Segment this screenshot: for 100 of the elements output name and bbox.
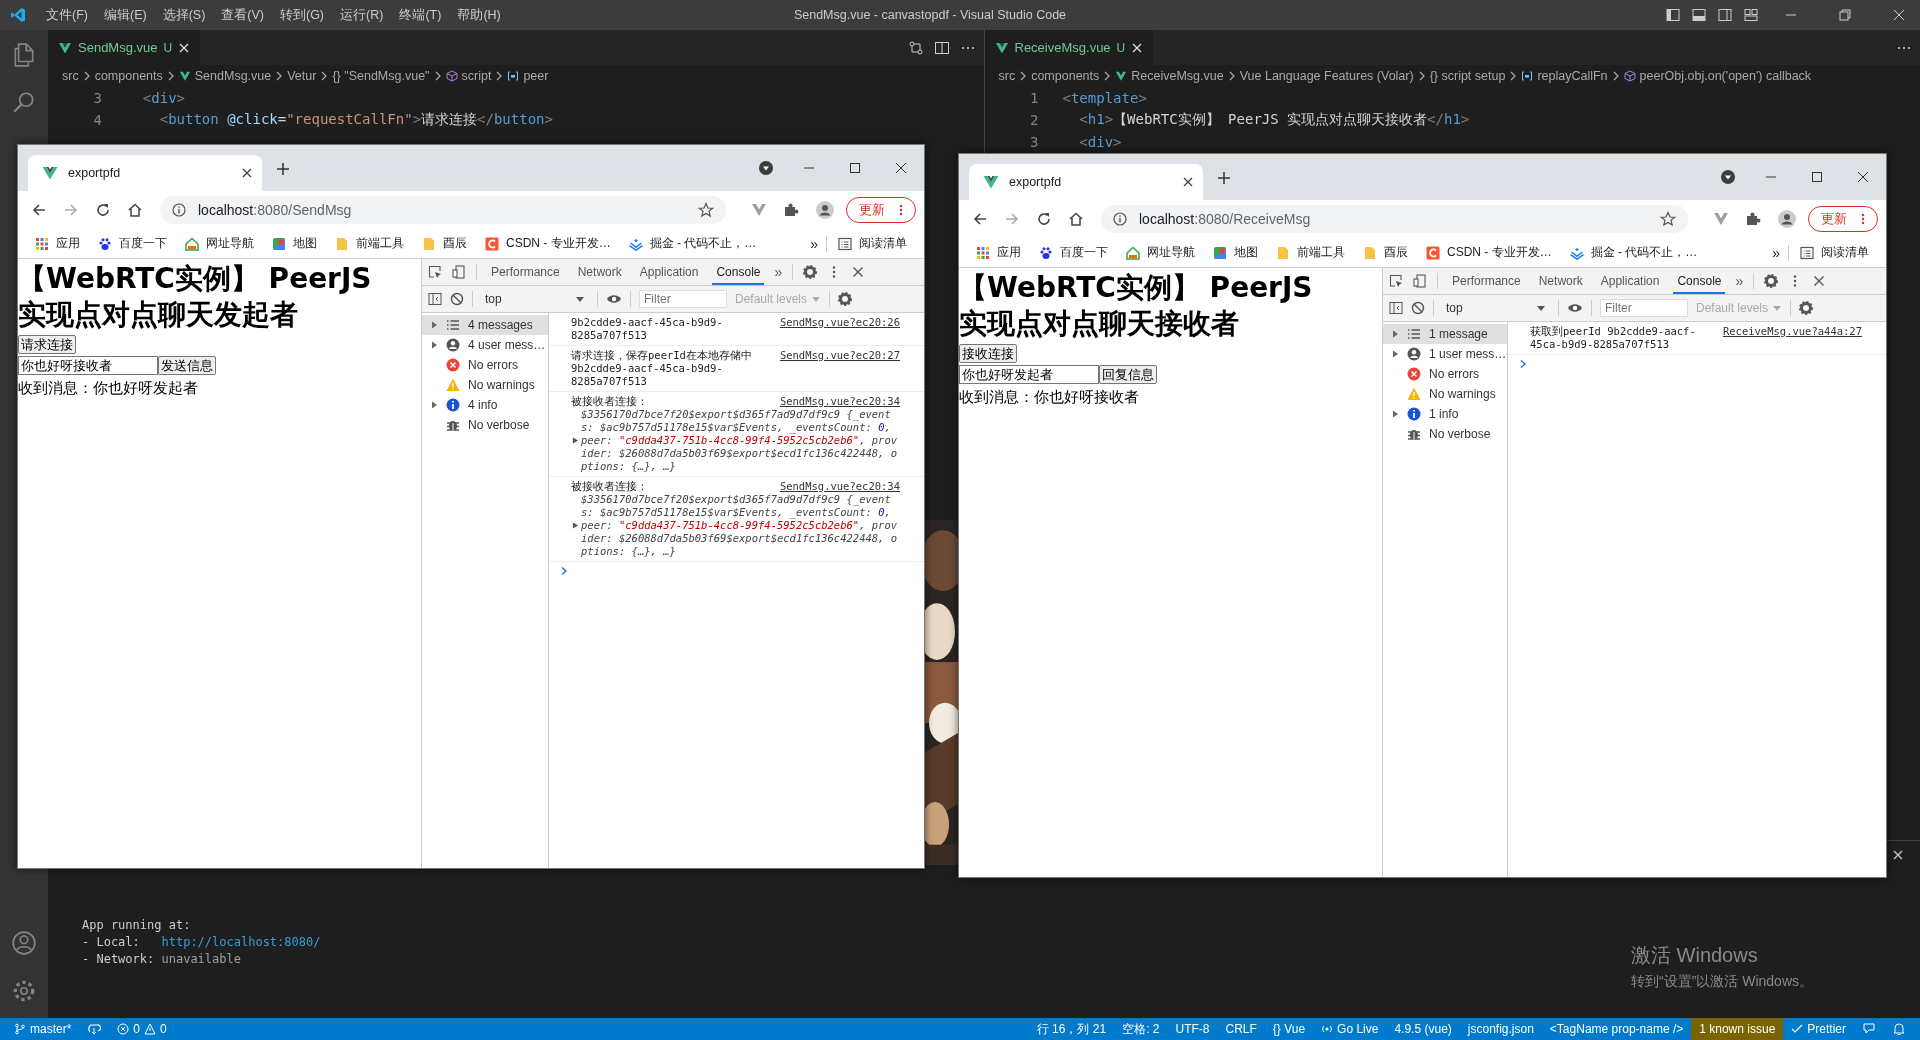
new-tab-icon[interactable]: [276, 162, 290, 176]
extension-icon[interactable]: [751, 202, 767, 218]
console-filter-item[interactable]: No verbose: [422, 415, 548, 435]
branch-status[interactable]: master*: [6, 1018, 80, 1040]
inspect-icon[interactable]: [1389, 274, 1403, 288]
bookmark[interactable]: 前端工具: [1269, 244, 1352, 261]
reload-icon[interactable]: [1036, 211, 1052, 227]
close-icon[interactable]: [1183, 177, 1193, 187]
settings-icon[interactable]: [1764, 274, 1779, 288]
reading-list-button[interactable]: 阅读清单: [831, 235, 914, 252]
breadcrumb[interactable]: {} script setup: [1429, 69, 1506, 83]
breadcrumb[interactable]: Vetur: [287, 69, 317, 83]
send-button[interactable]: 回复信息: [1099, 365, 1157, 384]
filter-field[interactable]: Filter: [639, 290, 727, 308]
breadcrumb[interactable]: peer: [507, 69, 549, 83]
sidebar-toggle-icon[interactable]: [428, 292, 442, 306]
console-filter-item[interactable]: 4 messages: [422, 315, 548, 335]
extension-icon[interactable]: [1713, 211, 1729, 227]
inspect-icon[interactable]: [428, 265, 442, 279]
message-input[interactable]: 你也好呀接收者: [18, 356, 158, 375]
bookmark[interactable]: 前端工具: [328, 235, 411, 252]
devtools-tab[interactable]: Performance: [487, 259, 564, 285]
profile-icon[interactable]: [815, 200, 835, 220]
devtools-tab[interactable]: Performance: [1448, 268, 1525, 294]
devtools-tab[interactable]: Console: [712, 259, 765, 285]
settings-icon[interactable]: [11, 978, 37, 1004]
address-bar[interactable]: localhost:8080/ReceiveMsg: [1101, 205, 1688, 233]
connect-button[interactable]: 接收连接: [959, 344, 1017, 363]
status-item[interactable]: 空格: 2: [1114, 1018, 1168, 1040]
star-icon[interactable]: [1660, 211, 1676, 227]
expand-arrow-icon[interactable]: [572, 522, 579, 529]
sync-icon[interactable]: [87, 1022, 102, 1036]
breadcrumb[interactable]: {} "SendMsg.vue": [332, 69, 430, 83]
tab-search-icon[interactable]: [1720, 169, 1736, 185]
bookmark[interactable]: 酉辰: [1356, 244, 1415, 261]
bookmark[interactable]: CSDN - 专业开发…: [1419, 244, 1559, 261]
extensions-icon[interactable]: [1745, 211, 1761, 227]
close-icon[interactable]: [1131, 41, 1144, 54]
status-item[interactable]: CRLF: [1217, 1018, 1265, 1040]
breadcrumb[interactable]: replayCallFn: [1521, 69, 1608, 83]
layout-icon[interactable]: [1744, 8, 1758, 22]
more-tabs-button[interactable]: »: [1735, 273, 1744, 289]
close-icon[interactable]: [895, 162, 907, 174]
profile-icon[interactable]: [1777, 209, 1797, 229]
panel-toggle-icon[interactable]: [1692, 8, 1706, 22]
breadcrumb[interactable]: script: [445, 69, 492, 83]
source-link[interactable]: SendMsg.vue?ec20:26: [779, 316, 900, 329]
console-filter-item[interactable]: No errors: [1383, 364, 1507, 384]
update-button[interactable]: 更新: [846, 197, 916, 223]
status-item[interactable]: <TagName prop-name />: [1541, 1018, 1692, 1040]
bookmark[interactable]: 酉辰: [415, 235, 474, 252]
feedback-icon[interactable]: [1862, 1022, 1876, 1036]
status-item[interactable]: jsconfig.json: [1459, 1018, 1542, 1040]
expand-arrow-icon[interactable]: [430, 401, 438, 409]
bookmark[interactable]: 网址导航: [178, 235, 261, 252]
console-filter-item[interactable]: 1 message: [1383, 324, 1507, 344]
prettier-status[interactable]: Prettier: [1783, 1018, 1854, 1040]
breadcrumb[interactable]: Vue Language Features (Volar): [1239, 69, 1414, 83]
expand-arrow-icon[interactable]: [430, 341, 438, 349]
menu-item[interactable]: 查看(V): [213, 4, 272, 26]
update-button[interactable]: 更新: [1808, 206, 1878, 232]
message-input[interactable]: 你也好呀发起者: [959, 365, 1099, 384]
issue-status[interactable]: 1 known issue: [1691, 1018, 1784, 1040]
home-icon[interactable]: [127, 202, 143, 218]
more-bookmarks-button[interactable]: »: [1764, 244, 1789, 261]
connect-button[interactable]: 请求连接: [18, 335, 76, 354]
status-item[interactable]: UTF-8: [1167, 1018, 1218, 1040]
menu-item[interactable]: 选择(S): [154, 4, 214, 26]
devtools-tab[interactable]: Application: [635, 259, 703, 285]
settings-icon[interactable]: [838, 292, 853, 306]
bookmark[interactable]: 地图: [1206, 244, 1265, 261]
source-link[interactable]: SendMsg.vue?ec20:34: [779, 480, 900, 493]
close-icon[interactable]: [242, 168, 252, 178]
console-filter-item[interactable]: No verbose: [1383, 424, 1507, 444]
menu-item[interactable]: 文件(F): [38, 4, 96, 26]
menu-item[interactable]: 帮助(H): [449, 4, 509, 26]
console-filter-item[interactable]: No warnings: [1383, 384, 1507, 404]
object-preview[interactable]: $3356170d7bce7f20$export$d365f7ad9d7df9c9 {_events: $ac9b757d51178e15$var$Events, _eventsCount: 0, peer: "c9dda437-751b-4cc8-99f4-5952c5cb2eb6", provider: $26088d7da5b03f69$export$ecd1fc136c422448, options: {…}, …}: [581, 408, 900, 473]
source-link[interactable]: ReceiveMsg.vue?a44a:27: [1722, 325, 1862, 338]
expand-arrow-icon[interactable]: [1391, 350, 1399, 358]
breadcrumb[interactable]: peerObj.obj.on('open') callback: [1623, 69, 1812, 83]
breadcrumb[interactable]: components: [94, 69, 163, 83]
browser-tab[interactable]: exportpfd: [28, 155, 262, 191]
console-filter-item[interactable]: 4 info: [422, 395, 548, 415]
bookmark[interactable]: 百度一下: [91, 235, 174, 252]
breadcrumb[interactable]: components: [1031, 69, 1100, 83]
bookmark[interactable]: 掘金 - 代码不止，…: [621, 235, 764, 252]
close-icon[interactable]: [178, 41, 191, 54]
go-live-status[interactable]: Go Live: [1313, 1018, 1387, 1040]
expand-arrow-icon[interactable]: [1391, 330, 1399, 338]
back-icon[interactable]: [31, 202, 47, 218]
console-filter-item[interactable]: 4 user mess…: [422, 335, 548, 355]
devtools-tab[interactable]: Console: [1673, 268, 1726, 294]
home-icon[interactable]: [1068, 211, 1084, 227]
context-dropdown[interactable]: top: [1442, 301, 1550, 315]
devtools-tab[interactable]: Network: [573, 259, 626, 285]
status-item[interactable]: {} Vue: [1264, 1018, 1314, 1040]
maximize-icon[interactable]: [1811, 171, 1823, 183]
menu-item[interactable]: 转到(G): [272, 4, 333, 26]
status-item[interactable]: 4.9.5 (vue): [1386, 1018, 1460, 1040]
